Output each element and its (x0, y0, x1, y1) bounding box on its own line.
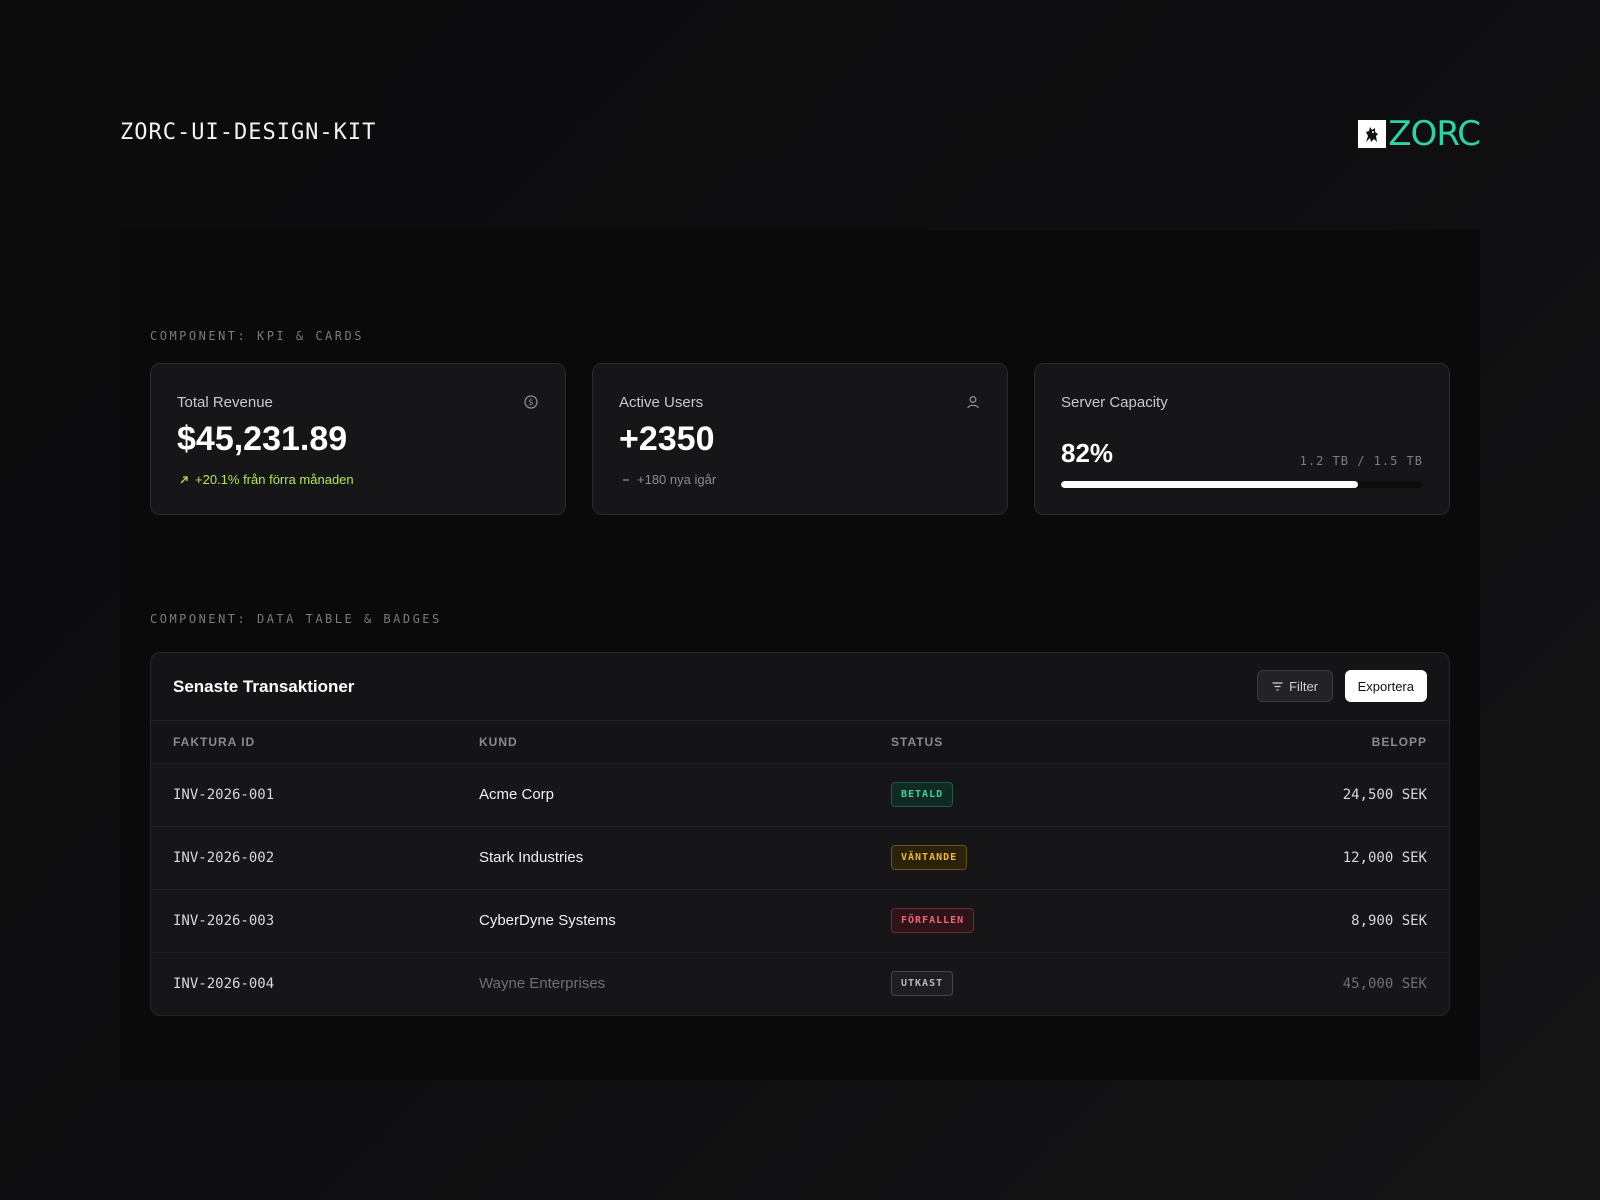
status-badge: UTKAST (891, 971, 954, 997)
card-trend: +20.1% från förra månaden (179, 472, 354, 487)
section-label-table: COMPONENT: DATA TABLE & BADGES (150, 612, 442, 626)
card-active-users: Active Users +2350 +180 nya igår (592, 363, 1008, 515)
card-trend: +180 nya igår (621, 472, 716, 487)
column-header-invoice-id[interactable]: FAKTURA ID (151, 721, 479, 764)
column-header-status[interactable]: STATUS (891, 721, 1191, 764)
amount: 8,900 SEK (1191, 889, 1449, 953)
capacity-progress-fill (1061, 481, 1358, 488)
status-badge: BETALD (891, 782, 954, 807)
capacity-meta: 1.2 TB / 1.5 TB (1299, 454, 1423, 468)
status-cell: UTKAST (891, 952, 1191, 1015)
filter-button[interactable]: Filter (1257, 670, 1333, 702)
minus-icon (623, 478, 629, 481)
dollar-circle-icon: $ (524, 395, 538, 409)
amount: 12,000 SEK (1191, 826, 1449, 890)
column-header-customer[interactable]: KUND (479, 721, 891, 764)
table-title: Senaste Transaktioner (173, 677, 355, 696)
logo-wordmark: ZORC (1388, 114, 1481, 154)
card-total-revenue: Total Revenue $ $45,231.89 +20.1% från f… (150, 363, 566, 515)
customer-name: Wayne Enterprises (479, 952, 891, 1015)
capacity-percent: 82% (1061, 438, 1114, 468)
transactions-table: FAKTURA ID KUND STATUS BELOPP INV-2026-0… (151, 721, 1449, 1015)
card-title: Active Users (619, 394, 704, 411)
customer-name: CyberDyne Systems (479, 889, 891, 953)
capacity-progress-bar (1061, 481, 1423, 488)
invoice-id: INV-2026-002 (151, 826, 479, 890)
zorc-logo: ZORC (1358, 114, 1481, 154)
zorc-mascot-icon (1358, 120, 1387, 148)
status-badge: VÄNTANDE (891, 845, 968, 870)
card-title: Server Capacity (1061, 394, 1168, 411)
table-row[interactable]: INV-2026-004 Wayne Enterprises UTKAST 45… (151, 952, 1449, 1015)
card-trend-text: +20.1% från förra månaden (195, 472, 354, 487)
card-server-capacity: Server Capacity 82% 1.2 TB / 1.5 TB (1034, 363, 1450, 515)
export-button[interactable]: Exportera (1344, 670, 1427, 702)
kit-title: ZORC-UI-DESIGN-KIT (120, 120, 377, 145)
section-label-kpi: COMPONENT: KPI & CARDS (150, 329, 364, 343)
invoice-id: INV-2026-001 (151, 763, 479, 827)
user-icon (967, 396, 979, 409)
table-header: Senaste Transaktioner Filter Exportera (151, 653, 1449, 721)
design-kit-canvas: COMPONENT: KPI & CARDS Total Revenue $ $… (120, 230, 1480, 1080)
status-badge: FÖRFALLEN (891, 908, 975, 933)
card-trend-text: +180 nya igår (637, 472, 717, 487)
column-header-amount[interactable]: BELOPP (1191, 721, 1449, 764)
card-value: +2350 (619, 420, 715, 458)
svg-text:$: $ (528, 398, 533, 408)
arrow-up-right-icon (180, 475, 188, 483)
customer-name: Stark Industries (479, 826, 891, 890)
filter-icon (1272, 681, 1283, 691)
kpi-cards: Total Revenue $ $45,231.89 +20.1% från f… (150, 363, 1450, 515)
table-row[interactable]: INV-2026-002 Stark Industries VÄNTANDE 1… (151, 826, 1449, 890)
status-cell: FÖRFALLEN (891, 889, 1191, 953)
card-title: Total Revenue (177, 394, 273, 411)
table-row[interactable]: INV-2026-003 CyberDyne Systems FÖRFALLEN… (151, 889, 1449, 953)
transactions-table-card: Senaste Transaktioner Filter Exportera F… (150, 652, 1450, 1016)
table-row[interactable]: INV-2026-001 Acme Corp BETALD 24,500 SEK (151, 763, 1449, 827)
card-value: $45,231.89 (177, 420, 348, 458)
customer-name: Acme Corp (479, 763, 891, 827)
invoice-id: INV-2026-004 (151, 952, 479, 1015)
status-cell: BETALD (891, 763, 1191, 827)
amount: 24,500 SEK (1191, 763, 1449, 827)
status-cell: VÄNTANDE (891, 826, 1191, 890)
amount: 45,000 SEK (1191, 952, 1449, 1015)
invoice-id: INV-2026-003 (151, 889, 479, 953)
filter-label: Filter (1289, 678, 1318, 694)
